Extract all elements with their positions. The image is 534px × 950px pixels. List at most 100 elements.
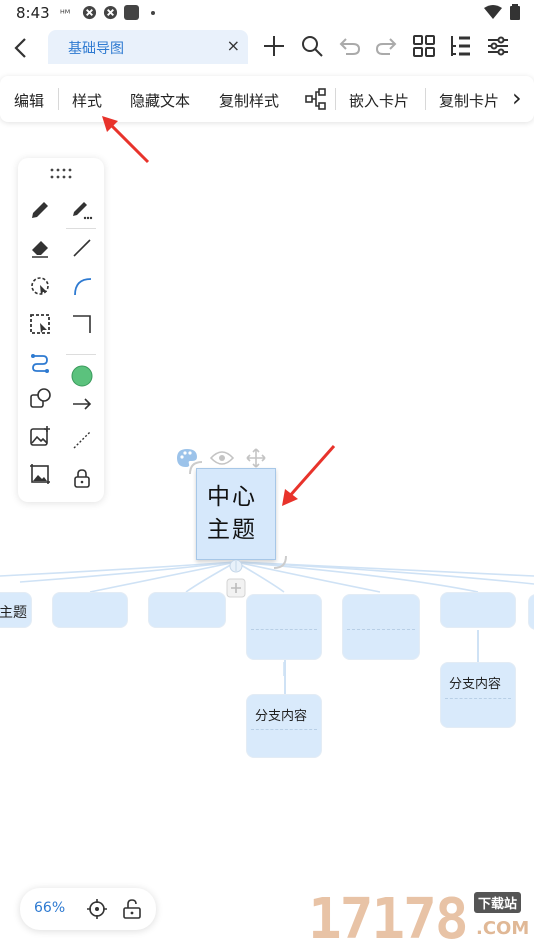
locate-icon[interactable] — [86, 898, 108, 920]
pen-tool[interactable] — [26, 196, 54, 224]
shape-tool[interactable] — [26, 384, 54, 412]
central-topic-text: 中心主题 — [207, 484, 257, 543]
connector-icon — [31, 354, 49, 373]
status-bar: 8:43 ᴴᴹ — [0, 0, 534, 28]
dot-icon — [151, 10, 155, 15]
branch-node[interactable] — [148, 592, 226, 628]
menu-style[interactable]: 样式 — [72, 90, 102, 111]
shapes-icon — [30, 388, 51, 408]
lasso-select-tool[interactable] — [26, 272, 54, 300]
status-time: 8:43 — [16, 4, 50, 22]
back-icon[interactable] — [10, 36, 32, 60]
branch-node[interactable] — [440, 592, 516, 628]
crop-image-tool[interactable] — [26, 460, 54, 488]
arc-icon — [74, 278, 92, 296]
watermark-number: 17178 — [308, 887, 469, 950]
status-app-icons: ᴴᴹ — [60, 5, 155, 20]
leaf-node[interactable]: 分支内容 — [246, 694, 322, 758]
elbow-line-icon — [73, 315, 91, 333]
undo-icon[interactable] — [338, 34, 362, 58]
drag-handle-icon[interactable] — [50, 168, 72, 180]
tool-divider — [66, 228, 96, 229]
search-icon[interactable] — [300, 34, 324, 58]
pen-dots-icon — [73, 202, 93, 220]
menu-copy-style[interactable]: 复制样式 — [219, 90, 279, 111]
leaf-node-divider — [251, 729, 317, 730]
leaf-node-text: 分支内容 — [449, 677, 502, 692]
grid-icon[interactable] — [412, 34, 436, 58]
outline-icon[interactable] — [448, 34, 472, 58]
fill-color-swatch[interactable] — [68, 362, 96, 390]
eraser-tool[interactable] — [26, 234, 54, 262]
menu-divider — [335, 88, 336, 110]
style-menubar: 编辑 样式 隐藏文本 复制样式 嵌入卡片 复制卡片 › — [0, 76, 534, 122]
unlock-icon[interactable] — [122, 898, 142, 920]
watermark-domain: .COM — [476, 918, 530, 939]
image-add-icon — [30, 426, 50, 446]
branch-node-partial[interactable] — [528, 594, 534, 630]
vpn-icon — [103, 5, 118, 20]
wifi-icon — [484, 5, 502, 19]
watermark-label: 下载站 — [474, 892, 522, 913]
tool-divider — [66, 354, 96, 355]
redo-icon[interactable] — [374, 34, 398, 58]
menu-divider — [58, 88, 59, 110]
leaf-node-divider — [445, 698, 511, 699]
rect-select-icon — [30, 314, 50, 334]
menu-embed-card[interactable]: 嵌入卡片 — [349, 90, 409, 111]
arrow-right-icon — [73, 398, 92, 410]
dashed-line-tool[interactable] — [68, 426, 96, 454]
line-tool[interactable] — [68, 234, 96, 262]
tab-title: 基础导图 — [68, 41, 124, 57]
elbow-tool[interactable] — [68, 310, 96, 338]
branch-node-partial[interactable]: 主题 — [0, 592, 32, 628]
branch-node[interactable] — [52, 592, 128, 628]
close-icon[interactable]: × — [227, 36, 240, 55]
branch-node-divider — [347, 629, 415, 630]
top-toolbar: 基础导图 × — [0, 28, 534, 68]
rect-select-tool[interactable] — [26, 310, 54, 338]
settings-icon[interactable] — [486, 34, 510, 58]
signal-text-icon: ᴴᴹ — [60, 9, 70, 19]
insert-image-tool[interactable] — [26, 422, 54, 450]
svg-text:ᴴᴹ: ᴴᴹ — [60, 9, 70, 19]
menu-edit[interactable]: 编辑 — [14, 90, 44, 111]
zoom-level[interactable]: 66% — [34, 900, 65, 916]
add-child-icon[interactable] — [226, 578, 246, 598]
lasso-icon — [31, 277, 49, 295]
menu-hide-text[interactable]: 隐藏文本 — [130, 90, 190, 111]
branch-node[interactable] — [246, 594, 322, 660]
chevron-right-icon[interactable]: › — [512, 84, 522, 112]
arrow-tool[interactable] — [68, 390, 96, 418]
lock-tool[interactable] — [68, 464, 96, 492]
green-circle-icon — [71, 365, 93, 387]
drawing-tool-panel — [18, 158, 104, 502]
arc-tool[interactable] — [68, 272, 96, 300]
structure-icon[interactable] — [305, 88, 327, 110]
status-system-icons — [484, 4, 520, 20]
lock-icon — [74, 469, 90, 488]
connector-tool[interactable] — [26, 348, 54, 376]
site-watermark: 17178 下载站 .COM — [304, 887, 530, 950]
branch-node-divider — [251, 629, 317, 630]
leaf-node-text: 分支内容 — [255, 709, 308, 724]
tab-mindmap[interactable]: 基础导图 × — [48, 30, 248, 64]
annotation-arrow-style — [102, 116, 150, 164]
collapse-handle-icon[interactable] — [228, 560, 244, 574]
line-icon — [73, 239, 91, 257]
branch-node-text: 主题 — [0, 605, 27, 621]
zoom-bar: 66% — [20, 888, 156, 930]
dashed-line-icon — [73, 431, 91, 449]
central-topic-node[interactable]: 中心主题 — [196, 468, 276, 560]
menu-divider — [425, 88, 426, 110]
leaf-node[interactable]: 分支内容 — [440, 662, 516, 728]
branch-link — [477, 630, 479, 664]
add-icon[interactable] — [262, 34, 286, 58]
vpn-icon — [82, 5, 97, 20]
branch-link — [284, 660, 286, 696]
image-frame-icon — [30, 464, 50, 484]
menu-copy-card[interactable]: 复制卡片 — [439, 90, 499, 111]
eraser-icon — [32, 241, 48, 258]
marker-tool[interactable] — [68, 196, 96, 224]
branch-node[interactable] — [342, 594, 420, 660]
